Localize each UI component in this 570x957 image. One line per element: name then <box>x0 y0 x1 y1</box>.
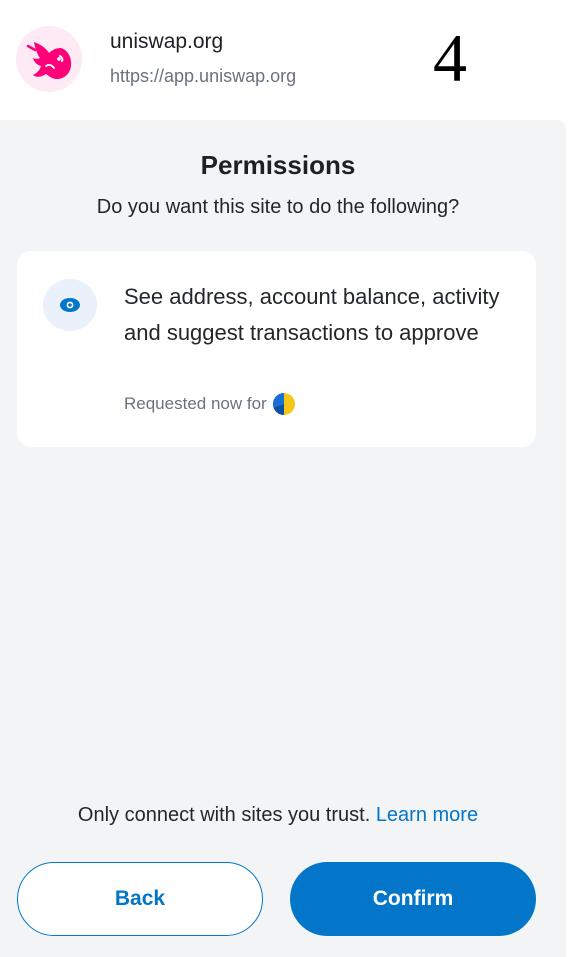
eye-icon <box>43 279 97 331</box>
step-number: 4 <box>433 20 467 96</box>
learn-more-link[interactable]: Learn more <box>376 804 478 826</box>
trust-note: Only connect with sites you trust. Learn… <box>0 804 556 827</box>
back-button[interactable]: Back <box>17 862 263 936</box>
site-name: uniswap.org <box>110 30 224 53</box>
page-title: Permissions <box>200 150 356 180</box>
trust-text: Only connect with sites you trust. <box>77 804 371 826</box>
uniswap-unicorn-icon-graphic <box>26 42 72 79</box>
permissions-panel: Permissions Do you want this site to do … <box>0 120 566 957</box>
eye-icon-graphic <box>60 298 80 312</box>
permission-card: See address, account balance, activity a… <box>17 251 536 447</box>
uniswap-unicorn-icon <box>16 26 82 92</box>
permission-requested: Requested now for <box>124 393 295 415</box>
confirm-button[interactable]: Confirm <box>290 862 536 936</box>
site-header: uniswap.org https://app.uniswap.org 4 <box>0 0 570 120</box>
site-url: https://app.uniswap.org <box>110 66 297 86</box>
page-subtitle: Do you want this site to do the followin… <box>96 196 460 218</box>
permission-requested-label: Requested now for <box>124 394 267 413</box>
permission-description: See address, account balance, activity a… <box>124 284 500 345</box>
account-avatar-icon <box>272 393 295 415</box>
